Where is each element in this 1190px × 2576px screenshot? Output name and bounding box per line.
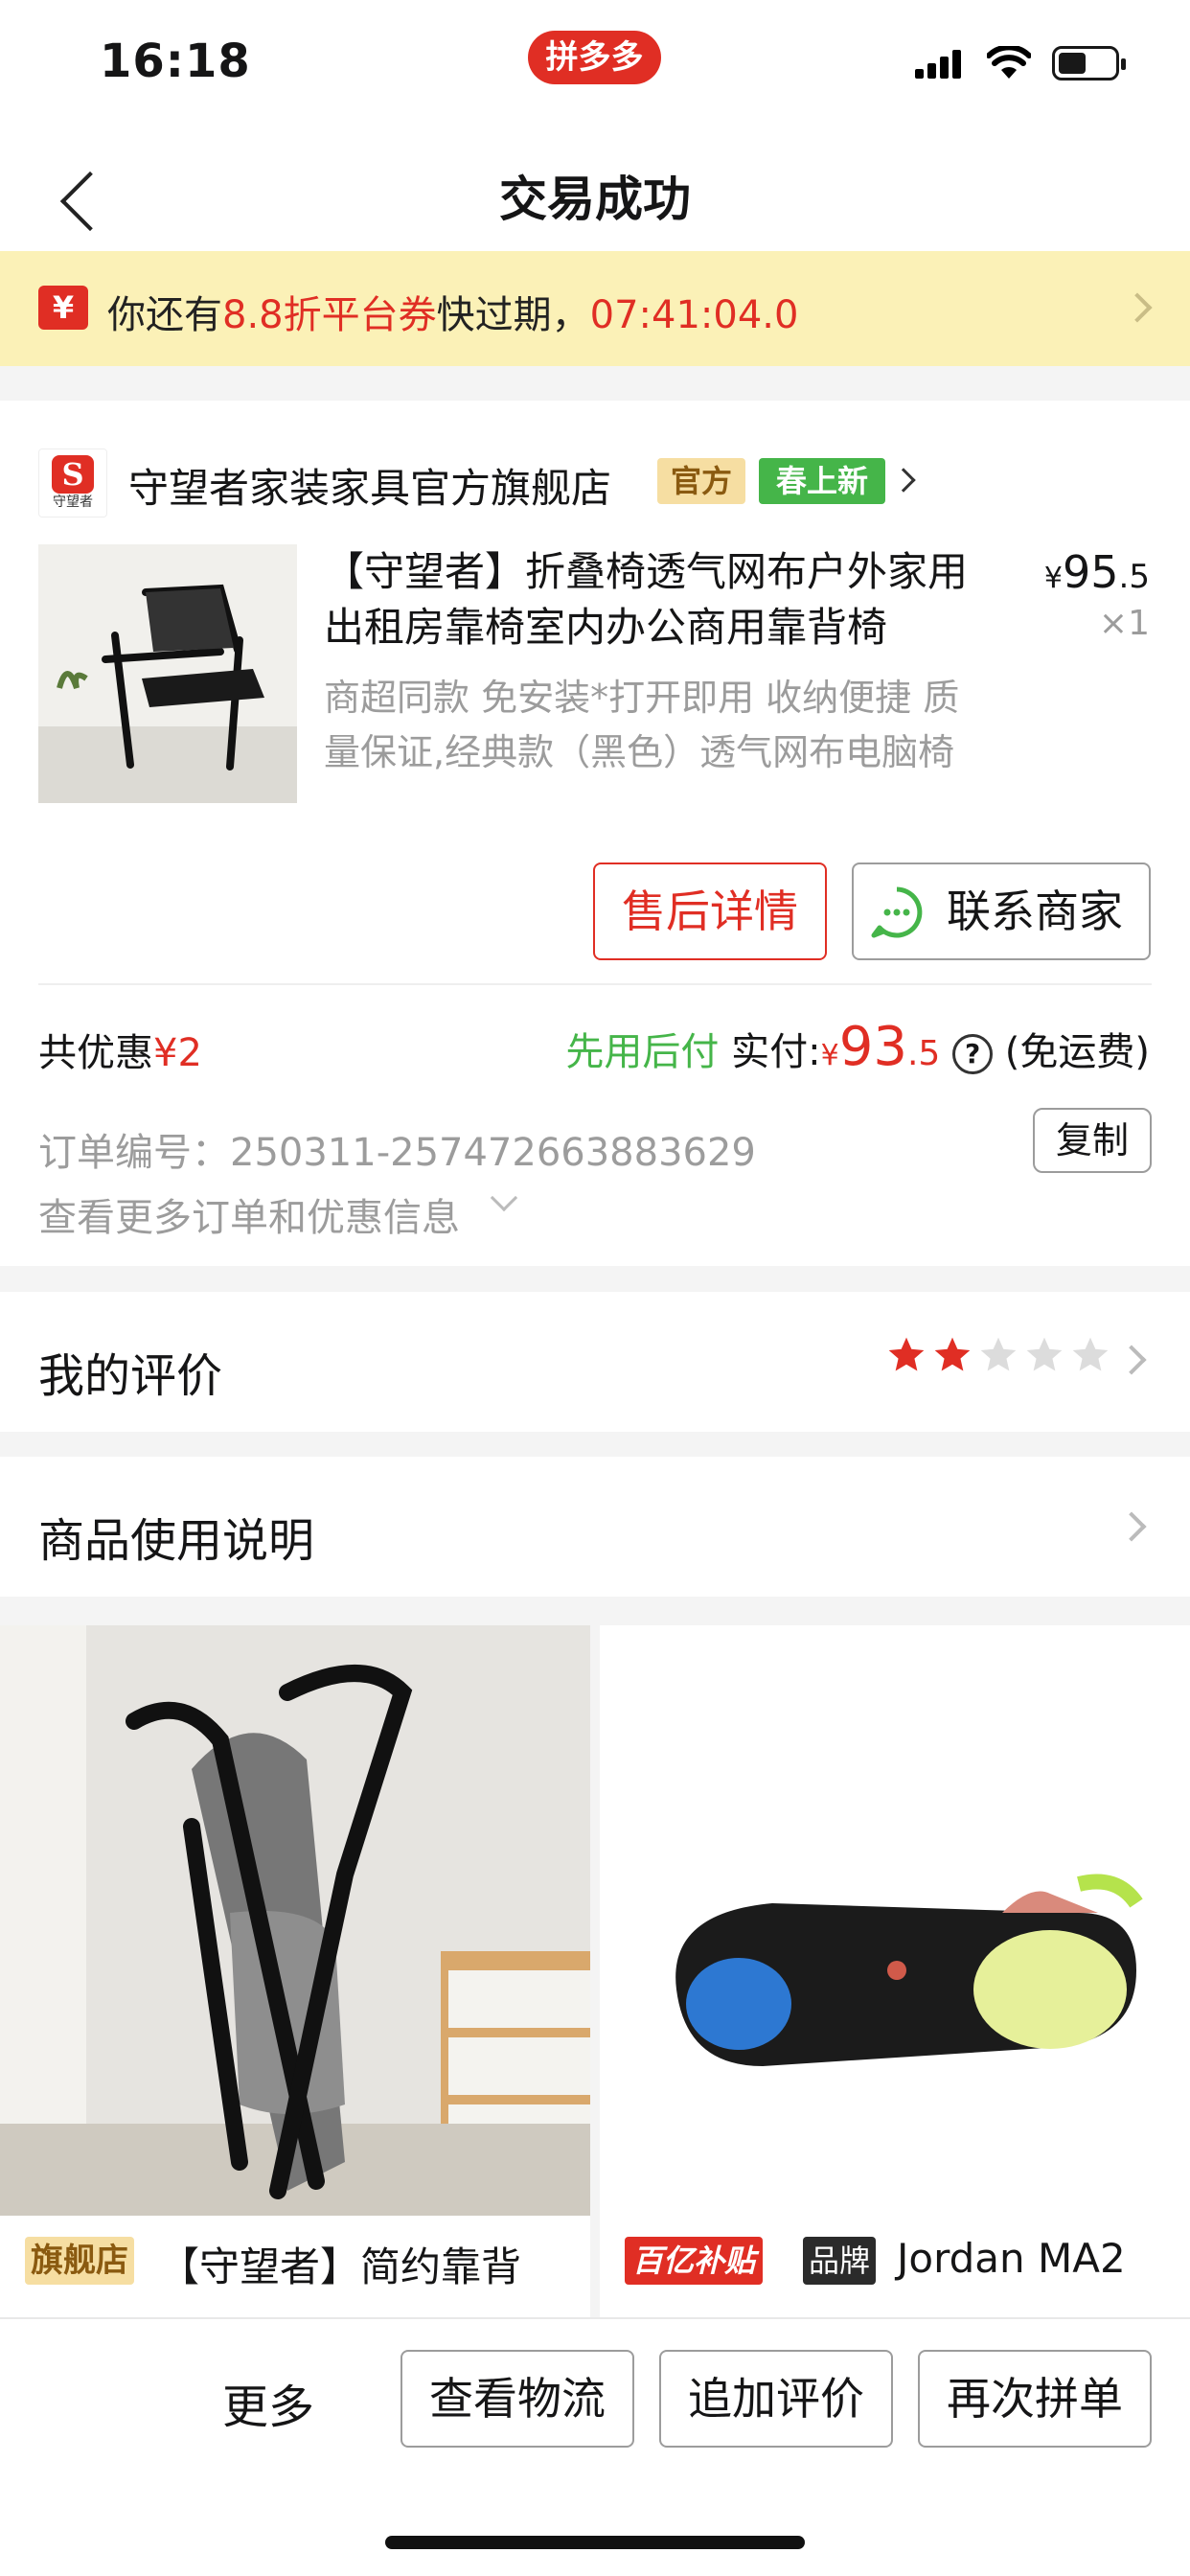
divider: [38, 983, 1152, 985]
paid-int: 93: [838, 1016, 907, 1078]
status-time: 16:18: [100, 34, 251, 88]
coupon-suffix: 快过期，: [436, 293, 590, 337]
discount-value: ¥2: [153, 1031, 202, 1075]
review-title: 我的评价: [38, 1349, 223, 1403]
discount-label: 共优惠: [38, 1031, 153, 1075]
battery-icon: [1052, 46, 1126, 80]
coupon-highlight: 8.8折平台券: [222, 293, 437, 337]
status-bar: 16:18 拼多多: [0, 0, 1190, 125]
recommendation-title: Jordan MA2: [897, 2235, 1126, 2282]
recommendation-title: 【守望者】简约靠背: [159, 2243, 522, 2290]
product-price: ¥95.5: [1044, 546, 1150, 598]
order-detail-page: 16:18 拼多多 交易成功 ¥ 你还有8.8折平台券快过期，07:41:04.…: [0, 0, 1190, 2576]
star-icon: [1072, 1337, 1109, 1371]
star-icon: [934, 1337, 971, 1371]
price-dec: .5: [1118, 558, 1150, 596]
order-number-label: 订单编号：: [38, 1131, 230, 1175]
pay-later-label: 先用后付: [565, 1030, 720, 1074]
more-order-info-label: 查看更多订单和优惠信息: [38, 1196, 460, 1240]
after-sale-button[interactable]: 售后详情: [593, 862, 827, 960]
more-button[interactable]: 更多: [222, 2369, 314, 2436]
recommendation-image: [0, 1625, 590, 2216]
reorder-button[interactable]: 再次拼单: [918, 2350, 1152, 2448]
star-icon: [980, 1337, 1017, 1371]
recommendation-card[interactable]: 百亿补贴 品牌 Jordan MA2: [600, 1625, 1190, 2317]
coupon-prefix: 你还有: [107, 293, 222, 337]
page-title: 交易成功: [499, 172, 691, 227]
copy-button[interactable]: 复制: [1033, 1108, 1152, 1173]
app-badge: 拼多多: [528, 31, 661, 84]
price-symbol: ¥: [1043, 562, 1063, 595]
coupon-countdown: 07:41:04.0: [589, 293, 799, 337]
brand-badge: 品牌: [803, 2237, 877, 2285]
nav-bar: 交易成功: [0, 125, 1190, 251]
info-icon[interactable]: ?: [952, 1034, 994, 1074]
order-number: 250311-257472663883629: [230, 1131, 756, 1175]
coupon-message: 你还有8.8折平台券快过期，07:41:04.0: [107, 284, 798, 339]
recommendation-image: [600, 1625, 1190, 2216]
chat-icon: [871, 886, 923, 938]
usage-title: 商品使用说明: [38, 1514, 315, 1568]
wifi-icon: [987, 46, 1031, 79]
review-stars: [885, 1334, 1115, 1380]
paid-symbol: ¥: [820, 1039, 839, 1072]
discount-summary: 共优惠¥2: [38, 1022, 202, 1077]
paid-dec: .5: [906, 1034, 941, 1073]
shop-name[interactable]: 守望者家装家具官方旗舰店: [128, 456, 611, 515]
logistics-button[interactable]: 查看物流: [400, 2350, 634, 2448]
price-int: 95: [1063, 546, 1119, 598]
coupon-banner[interactable]: ¥ 你还有8.8折平台券快过期，07:41:04.0: [0, 251, 1190, 366]
flagship-badge: 旗舰店: [25, 2237, 134, 2285]
product-spec: 商超同款 免安装*打开即用 收纳便捷 质量保证,经典款（黑色）透气网布电脑椅: [324, 677, 960, 773]
recommendation-card[interactable]: 旗舰店 【守望者】简约靠背: [0, 1625, 590, 2317]
official-tag: 官方: [657, 458, 745, 504]
product-quantity: ×1: [1098, 604, 1150, 643]
new-season-tag: 春上新: [759, 458, 885, 504]
add-review-button[interactable]: 追加评价: [659, 2350, 893, 2448]
paid-summary: 先用后付 实付:¥93.5 ? (免运费): [565, 1016, 1150, 1078]
shipping-note: (免运费): [1004, 1030, 1150, 1074]
signal-icon: [915, 48, 963, 79]
more-order-info-link[interactable]: 查看更多订单和优惠信息: [38, 1186, 460, 1242]
coupon-icon: ¥: [38, 286, 88, 330]
star-icon: [888, 1337, 925, 1371]
paid-label: 实付:: [731, 1030, 821, 1074]
shop-logo[interactable]: S 守望者: [38, 448, 107, 518]
product-image[interactable]: [38, 544, 297, 803]
contact-seller-label: 联系商家: [947, 886, 1123, 937]
order-number-row: 订单编号：250311-257472663883629: [38, 1121, 756, 1177]
star-icon: [1026, 1337, 1063, 1371]
subsidy-badge: 百亿补贴: [625, 2237, 764, 2285]
home-indicator: [385, 2536, 805, 2549]
product-title[interactable]: 【守望者】折叠椅透气网布户外家用出租房靠椅室内办公商用靠背椅: [324, 544, 975, 656]
banner-chevron-icon: [1122, 292, 1153, 323]
shop-logo-text: 守望者: [53, 494, 93, 510]
